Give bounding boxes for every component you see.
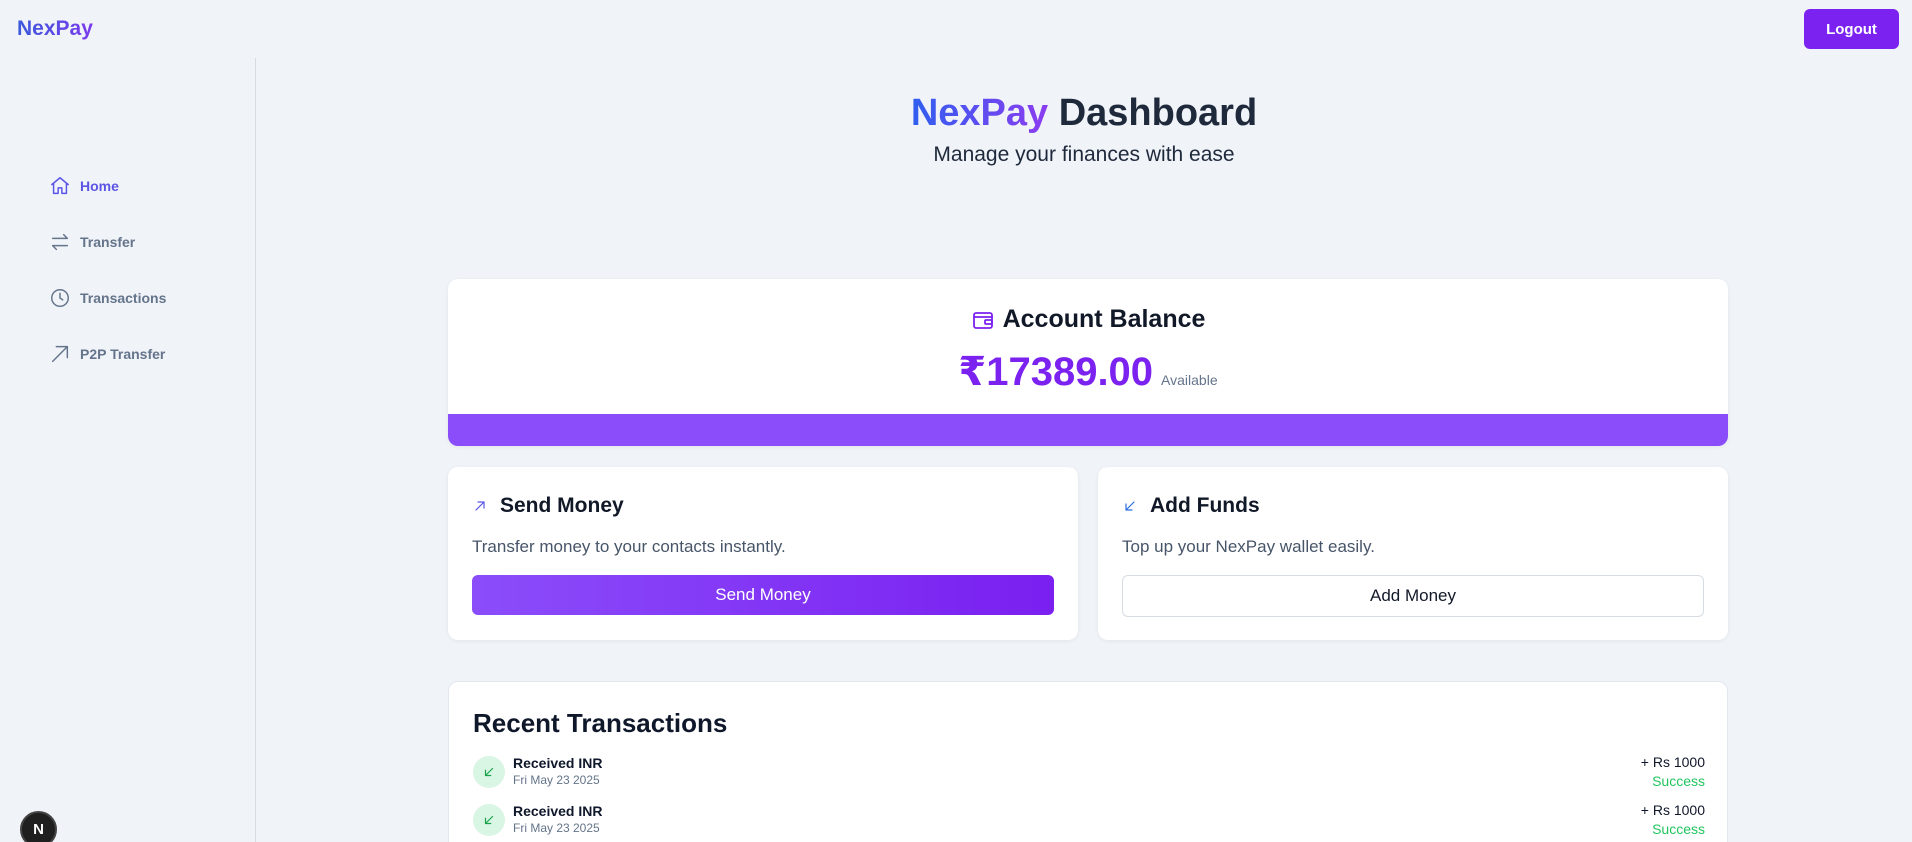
arrow-down-left-icon [1122,498,1140,514]
transaction-date: Fri May 23 2025 [513,773,600,787]
dev-badge[interactable]: N [20,811,57,842]
recent-transactions-card: Recent Transactions Received INR Fri May… [448,681,1728,842]
transaction-status: Success [1652,821,1705,837]
send-money-description: Transfer money to your contacts instantl… [472,537,786,556]
transaction-label: Received INR [513,755,603,771]
balance-header: Account Balance [448,305,1728,334]
send-money-button[interactable]: Send Money [472,575,1054,615]
wallet-icon [971,308,995,332]
home-icon [49,175,71,197]
page-title-rest: Dashboard [1058,92,1258,134]
card-title-label: Add Funds [1150,494,1260,517]
add-funds-card: Add Funds Top up your NexPay wallet easi… [1098,467,1728,640]
sidebar: Home Transfer Transactions P2P Transfer [0,58,256,842]
page-title: NexPay Dashboard [256,92,1912,135]
add-money-button[interactable]: Add Money [1122,575,1704,617]
app-logo[interactable]: NexPay [17,17,93,41]
sidebar-item-label: Transfer [80,234,136,250]
sidebar-item-label: P2P Transfer [80,346,166,362]
arrow-down-left-icon [473,804,505,836]
transaction-date: Fri May 23 2025 [513,821,600,835]
sidebar-item-label: Transactions [80,290,167,306]
balance-accent-bar [448,414,1728,446]
send-money-card: Send Money Transfer money to your contac… [448,467,1078,640]
sidebar-item-transactions[interactable]: Transactions [49,287,166,309]
transaction-amount: + Rs 1000 [1640,802,1705,818]
balance-available-label: Available [1161,372,1218,388]
balance-amount-row: ₹17389.00 Available [448,349,1728,395]
balance-card: Account Balance ₹17389.00 Available [448,279,1728,446]
transaction-row[interactable]: Received INR Fri May 23 2025 + Rs 1000 S… [473,800,1705,840]
sidebar-item-home[interactable]: Home [49,175,119,197]
arrow-up-right-icon [472,498,490,514]
add-funds-title: Add Funds [1122,494,1260,518]
clock-icon [49,287,71,309]
transaction-status: Success [1652,773,1705,789]
arrows-swap-icon [49,231,71,253]
balance-title: Account Balance [1002,305,1206,333]
recent-transactions-title: Recent Transactions [473,708,728,738]
page-subtitle: Manage your finances with ease [933,143,1235,166]
add-funds-description: Top up your NexPay wallet easily. [1122,537,1375,556]
send-money-title: Send Money [472,494,624,518]
sidebar-item-p2p-transfer[interactable]: P2P Transfer [49,343,165,365]
transaction-amount: + Rs 1000 [1640,754,1705,770]
page-title-brand: NexPay [910,92,1049,134]
card-title-label: Send Money [500,494,624,517]
logout-button[interactable]: Logout [1804,9,1899,49]
top-bar: NexPay Logout [0,0,1912,58]
arrow-up-right-icon [49,343,71,365]
transaction-label: Received INR [513,803,603,819]
balance-amount: ₹17389.00 [958,350,1154,394]
arrow-down-left-icon [473,756,505,788]
sidebar-item-transfer[interactable]: Transfer [49,231,135,253]
sidebar-item-label: Home [80,178,119,194]
transaction-row[interactable]: Received INR Fri May 23 2025 + Rs 1000 S… [473,752,1705,792]
